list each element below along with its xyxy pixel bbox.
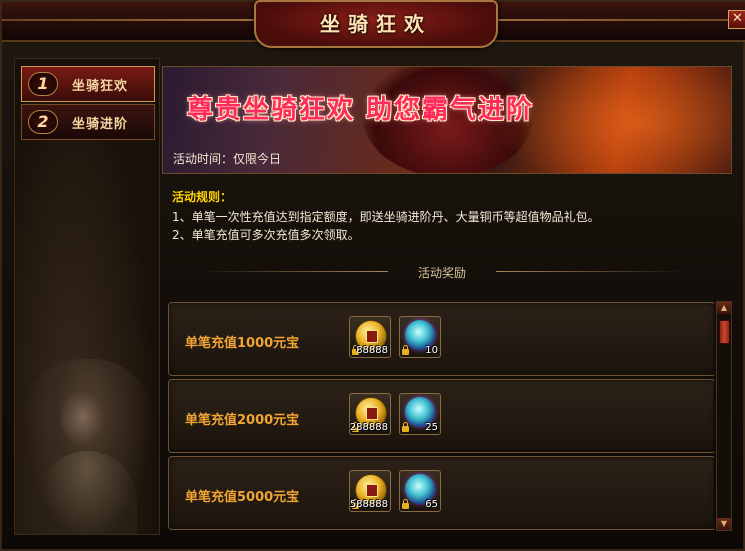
scroll-thumb[interactable] [719, 320, 730, 344]
title-bar: 坐骑狂欢 [2, 0, 745, 48]
close-button[interactable]: ✕ [728, 10, 745, 29]
rewards-divider: 活动奖励 [198, 264, 686, 280]
reward-row: 单笔充值5000元宝 588888 65 [168, 456, 714, 530]
window-title: 坐骑狂欢 [320, 12, 432, 36]
banner-title: 尊贵坐骑狂欢 助您霸气进阶 [187, 95, 535, 125]
tab-label: 坐骑狂欢 [72, 79, 129, 94]
tab-mount-advance[interactable]: 2 坐骑进阶 [21, 104, 155, 140]
item-quantity: 10 [425, 345, 438, 356]
reward-item-slot[interactable]: 65 [399, 470, 441, 512]
tab-number-badge: 2 [28, 110, 58, 134]
reward-scrollbar[interactable]: ▲ ▼ [716, 301, 732, 531]
scroll-down-arrow-icon[interactable]: ▼ [717, 518, 731, 530]
lock-icon [402, 345, 409, 355]
reward-condition: 单笔充值1000元宝 [185, 336, 300, 351]
sidebar: 1 坐骑狂欢 2 坐骑进阶 [14, 58, 160, 535]
lock-icon [402, 499, 409, 509]
event-banner: 尊贵坐骑狂欢 助您霸气进阶 活动时间：仅限今日 [162, 66, 732, 174]
tab-mount-carnival[interactable]: 1 坐骑狂欢 [21, 66, 155, 102]
lock-icon [402, 422, 409, 432]
rule-line: 1、单笔一次性充值达到指定额度，即送坐骑进阶丹、大量铜币等超值物品礼包。 [172, 210, 600, 224]
reward-item-slot[interactable]: 88888 [349, 316, 391, 358]
item-quantity: 88888 [356, 345, 388, 356]
character-portrait [23, 359, 153, 534]
reward-item-slot[interactable]: 25 [399, 393, 441, 435]
reward-row: 单笔充值1000元宝 88888 10 [168, 302, 714, 376]
tab-number-badge: 1 [28, 72, 58, 96]
reward-item-slot[interactable]: 588888 [349, 470, 391, 512]
reward-row: 单笔充值2000元宝 288888 25 [168, 379, 714, 453]
tab-label: 坐骑进阶 [72, 117, 129, 132]
scroll-up-arrow-icon[interactable]: ▲ [717, 302, 731, 314]
rule-line: 2、单笔充值可多次充值多次领取。 [172, 228, 360, 242]
reward-list: 单笔充值1000元宝 88888 10 单笔充值2000元宝 288888 25… [162, 295, 714, 531]
item-quantity: 25 [425, 422, 438, 433]
rules-title: 活动规则： [172, 190, 233, 204]
event-window: 坐骑狂欢 ✕ 1 坐骑狂欢 2 坐骑进阶 尊贵坐骑狂欢 助您霸气进阶 活动时间：… [0, 0, 745, 551]
rules-panel: 活动规则： 1、单笔一次性充值达到指定额度，即送坐骑进阶丹、大量铜币等超值物品礼… [162, 182, 730, 256]
event-time: 活动时间：仅限今日 [173, 152, 282, 166]
reward-item-slot[interactable]: 10 [399, 316, 441, 358]
rewards-header: 活动奖励 [417, 266, 466, 280]
item-quantity: 588888 [349, 499, 388, 510]
reward-item-slot[interactable]: 288888 [349, 393, 391, 435]
reward-condition: 单笔充值5000元宝 [185, 490, 300, 505]
item-quantity: 288888 [349, 422, 388, 433]
reward-condition: 单笔充值2000元宝 [185, 413, 300, 428]
item-quantity: 65 [425, 499, 438, 510]
title-plate: 坐骑狂欢 [254, 0, 498, 48]
